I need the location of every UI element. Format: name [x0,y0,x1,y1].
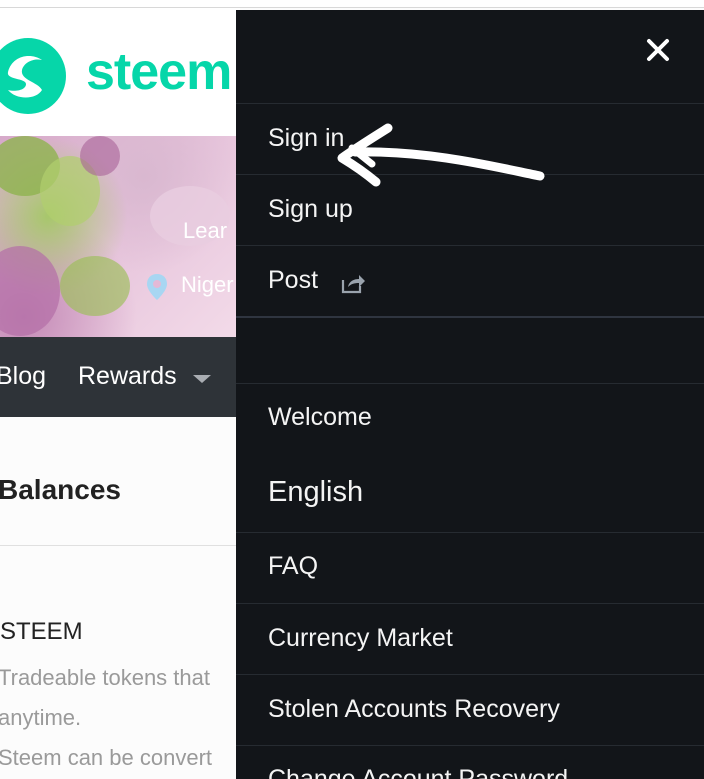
profile-location-text: Niger [181,272,234,297]
steem-description-line: Tradeable tokens that [0,665,210,690]
menu-item-sign-up[interactable]: Sign up [268,195,353,224]
profile-about-text: Lear [183,218,228,243]
nav-blog-link[interactable]: Blog [0,362,46,391]
menu-item-stolen-accounts-recovery[interactable]: Stolen Accounts Recovery [268,695,560,724]
steem-logo-icon[interactable] [0,34,70,118]
steem-balance-label: STEEM [0,618,83,645]
side-navigation-menu: Sign in Sign up Post Welcome English FAQ… [236,10,704,779]
menu-divider [236,383,704,384]
menu-divider [236,103,704,104]
chevron-down-icon[interactable] [193,375,211,383]
wallet-navbar: Blog Rewards [0,337,240,417]
menu-item-currency-market[interactable]: Currency Market [268,624,453,653]
close-icon[interactable] [640,32,676,68]
logo-text[interactable]: steem [86,46,232,98]
external-link-icon[interactable] [340,272,366,294]
menu-item-post[interactable]: Post [268,266,318,295]
menu-divider [236,174,704,175]
steem-description-line: anytime. [0,705,82,730]
menu-section-divider [236,316,704,318]
steem-balance-description: Tradeable tokens that anytime. Steem can… [0,658,234,778]
nav-rewards-dropdown[interactable]: Rewards [78,362,177,391]
site-header: steem [0,8,240,136]
menu-divider [236,603,704,604]
section-divider [0,545,240,546]
balances-heading: Balances [0,474,121,505]
menu-item-sign-in[interactable]: Sign in [268,124,344,153]
menu-item-faq[interactable]: FAQ [268,552,318,581]
location-pin-icon [147,274,167,300]
steem-wallet-page: steem Lear Niger Blog Rewards Balances S… [0,0,704,779]
menu-item-language-selector[interactable]: English [268,476,363,509]
menu-divider [236,245,704,246]
menu-item-welcome[interactable]: Welcome [268,403,372,432]
profile-banner: Lear Niger [0,136,240,337]
menu-item-change-account-password[interactable]: Change Account Password [268,765,568,779]
menu-divider [236,674,704,675]
menu-divider [236,532,704,533]
steem-description-line: Steem can be convert [0,745,213,770]
menu-divider [236,745,704,746]
browser-top-strip [0,0,704,8]
